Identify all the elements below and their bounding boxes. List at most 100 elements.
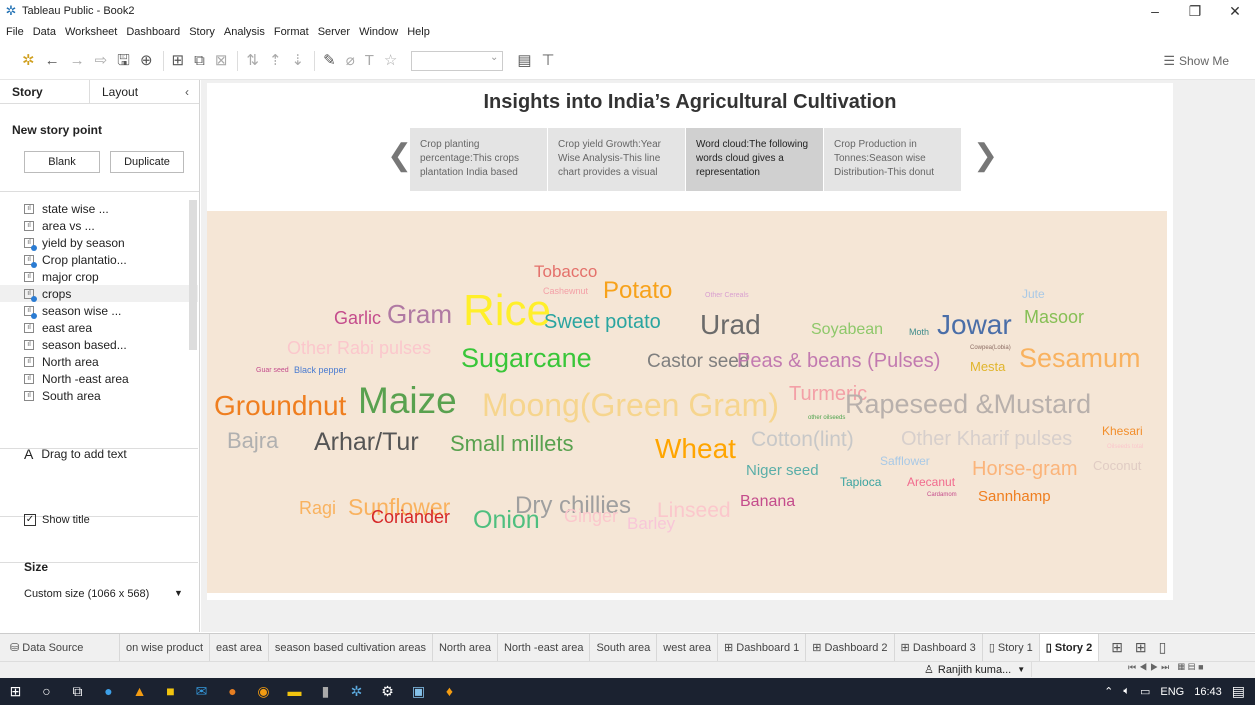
sheet-list-item[interactable]: ıl season based...	[0, 336, 198, 353]
sheet-tab[interactable]: east area	[210, 634, 269, 661]
presentation-icon[interactable]: ⊤	[542, 51, 555, 71]
word-cloud-word[interactable]: Coriander	[371, 508, 450, 526]
word-cloud-word[interactable]: Black pepper	[294, 366, 347, 375]
word-cloud-word[interactable]: Other Kharif pulses	[901, 429, 1072, 449]
duplicate-icon[interactable]: ⧉	[194, 51, 205, 71]
store-icon[interactable]: ■	[155, 678, 186, 705]
language-indicator[interactable]: ENG	[1160, 686, 1184, 698]
sheet-tab[interactable]: North area	[433, 634, 498, 661]
sheet-list-item[interactable]: ıl North -east area	[0, 370, 198, 387]
sheet-tab[interactable]: ⊞ Dashboard 1	[718, 634, 807, 661]
sheet-tab[interactable]: ▯ Story 1	[983, 634, 1040, 661]
word-cloud-word[interactable]: Ginger	[564, 507, 618, 525]
word-cloud-word[interactable]: Peas & beans (Pulses)	[737, 351, 940, 371]
sheet-tab[interactable]: ⊞ Dashboard 2	[806, 634, 895, 661]
word-cloud-word[interactable]: Sannhamp	[978, 489, 1051, 504]
highlight-icon[interactable]: ✎	[323, 51, 336, 71]
windows-start-icon[interactable]: ⊞	[0, 678, 31, 705]
new-dashboard-icon[interactable]: ⊞	[1135, 639, 1147, 656]
word-cloud-word[interactable]: Rice	[463, 289, 551, 333]
word-cloud-word[interactable]: Oilseeds total	[1107, 444, 1143, 450]
tray-chevron-icon[interactable]: ⌃	[1104, 685, 1113, 698]
word-cloud-word[interactable]: Khesari	[1102, 425, 1143, 437]
next-story-point-icon[interactable]: ❯	[973, 138, 998, 173]
word-cloud-word[interactable]: Arecanut	[907, 476, 955, 488]
word-cloud-word[interactable]: Banana	[740, 494, 795, 510]
sheet-tab[interactable]: season based cultivation areas	[269, 634, 433, 661]
photos-icon[interactable]: ▣	[403, 678, 434, 705]
show-cards-icon[interactable]: ▤	[517, 51, 531, 71]
word-cloud-word[interactable]: Arhar/Tur	[314, 430, 419, 455]
story-point-2[interactable]: Crop yield Growth:Year Wise Analysis-Thi…	[548, 128, 685, 191]
word-cloud-word[interactable]: Tobacco	[534, 263, 597, 280]
sheet-list-item[interactable]: ıl South area	[0, 387, 198, 404]
new-datasource-icon[interactable]: ⊕	[140, 51, 153, 71]
word-cloud-word[interactable]: Cardamom	[927, 492, 957, 498]
sheet-list-item[interactable]: ıl season wise ...	[0, 302, 198, 319]
drag-text-item[interactable]: A Drag to add text	[24, 446, 127, 462]
vlc-icon[interactable]: ▲	[124, 678, 155, 705]
word-cloud-word[interactable]: Ragi	[299, 499, 336, 517]
word-cloud-word[interactable]: Bajra	[227, 430, 278, 452]
collapse-icon[interactable]: ‹	[185, 85, 189, 99]
word-cloud-word[interactable]: Rapeseed &Mustard	[845, 391, 1091, 418]
clock[interactable]: 16:43	[1194, 686, 1222, 698]
word-cloud-word[interactable]: Safflower	[880, 455, 930, 467]
search-icon[interactable]: ○	[31, 678, 62, 705]
explorer-icon[interactable]: ▬	[279, 678, 310, 705]
mail-icon[interactable]: ✉	[186, 678, 217, 705]
blank-button[interactable]: Blank	[24, 151, 100, 173]
word-cloud-word[interactable]: Moong(Green Gram)	[482, 389, 779, 421]
user-menu[interactable]: ♙ Ranjith kuma... ▼	[920, 662, 1032, 677]
tableau-task-icon[interactable]: ✲	[341, 678, 372, 705]
minimize-icon[interactable]: –	[1135, 0, 1175, 22]
volume-icon[interactable]: 🔈︎	[1123, 685, 1130, 698]
menu-item-format[interactable]: Format	[274, 26, 309, 38]
sheet-tab[interactable]: ⛁ Data Source	[0, 634, 120, 661]
sheet-list-item[interactable]: ıl North area	[0, 353, 198, 370]
sheet-list-item[interactable]: ıl area vs ...	[0, 217, 198, 234]
word-cloud-word[interactable]: Guar seed	[256, 367, 289, 374]
word-cloud-word[interactable]: Other Rabi pulses	[287, 339, 431, 357]
undo-icon[interactable]: ←	[45, 51, 60, 71]
menu-item-file[interactable]: File	[6, 26, 24, 38]
label-icon[interactable]: T	[365, 51, 374, 71]
menu-item-dashboard[interactable]: Dashboard	[126, 26, 180, 38]
duplicate-button[interactable]: Duplicate	[110, 151, 184, 173]
show-me-button[interactable]: ☰ Show Me	[1163, 42, 1229, 80]
word-cloud-word[interactable]: Garlic	[334, 309, 381, 327]
word-cloud-word[interactable]: Groundnut	[214, 392, 346, 420]
pin-icon[interactable]: ☆	[384, 51, 397, 71]
sheet-list-scrollbar[interactable]	[189, 200, 197, 350]
word-cloud-word[interactable]: Jowar	[937, 311, 1012, 339]
edge-icon[interactable]: ●	[93, 678, 124, 705]
sheet-tab[interactable]: ▯ Story 2	[1039, 634, 1100, 661]
menu-item-data[interactable]: Data	[33, 26, 56, 38]
menu-item-story[interactable]: Story	[189, 26, 215, 38]
menu-item-worksheet[interactable]: Worksheet	[65, 26, 117, 38]
close-icon[interactable]: ✕	[1215, 0, 1255, 22]
word-cloud-word[interactable]: Coconut	[1093, 459, 1141, 472]
save-icon[interactable]: 🖫	[117, 51, 130, 71]
tableau-home-icon[interactable]: ✲	[22, 51, 35, 71]
word-cloud-word[interactable]: Niger seed	[746, 463, 819, 478]
word-cloud-word[interactable]: Potato	[603, 279, 672, 303]
word-cloud-word[interactable]: Urad	[700, 311, 761, 339]
word-cloud-word[interactable]: Soyabean	[811, 322, 883, 338]
story-point-3[interactable]: Word cloud:The following words cloud giv…	[686, 128, 823, 191]
word-cloud-word[interactable]: Sweet potato	[544, 312, 661, 332]
word-cloud-word[interactable]: Cotton(lint)	[751, 429, 854, 450]
word-cloud-word[interactable]: Cowpea(Lobia)	[970, 345, 1011, 351]
sheet-list-item[interactable]: ıl yield by season	[0, 234, 198, 251]
word-cloud-word[interactable]: Moth	[909, 328, 929, 337]
word-cloud-word[interactable]: Maize	[358, 382, 457, 419]
size-dropdown[interactable]: Custom size (1066 x 568)	[24, 588, 149, 600]
sheet-tab[interactable]: west area	[657, 634, 718, 661]
menu-item-window[interactable]: Window	[359, 26, 398, 38]
word-cloud-word[interactable]: Sesamum	[1019, 345, 1141, 372]
word-cloud-word[interactable]: Masoor	[1024, 308, 1084, 326]
restore-icon[interactable]: ❐	[1175, 0, 1215, 22]
sheet-list-item[interactable]: ıl east area	[0, 319, 198, 336]
sort-asc-icon[interactable]: ⇡	[269, 51, 282, 71]
sheet-tab[interactable]: on wise product	[120, 634, 211, 661]
